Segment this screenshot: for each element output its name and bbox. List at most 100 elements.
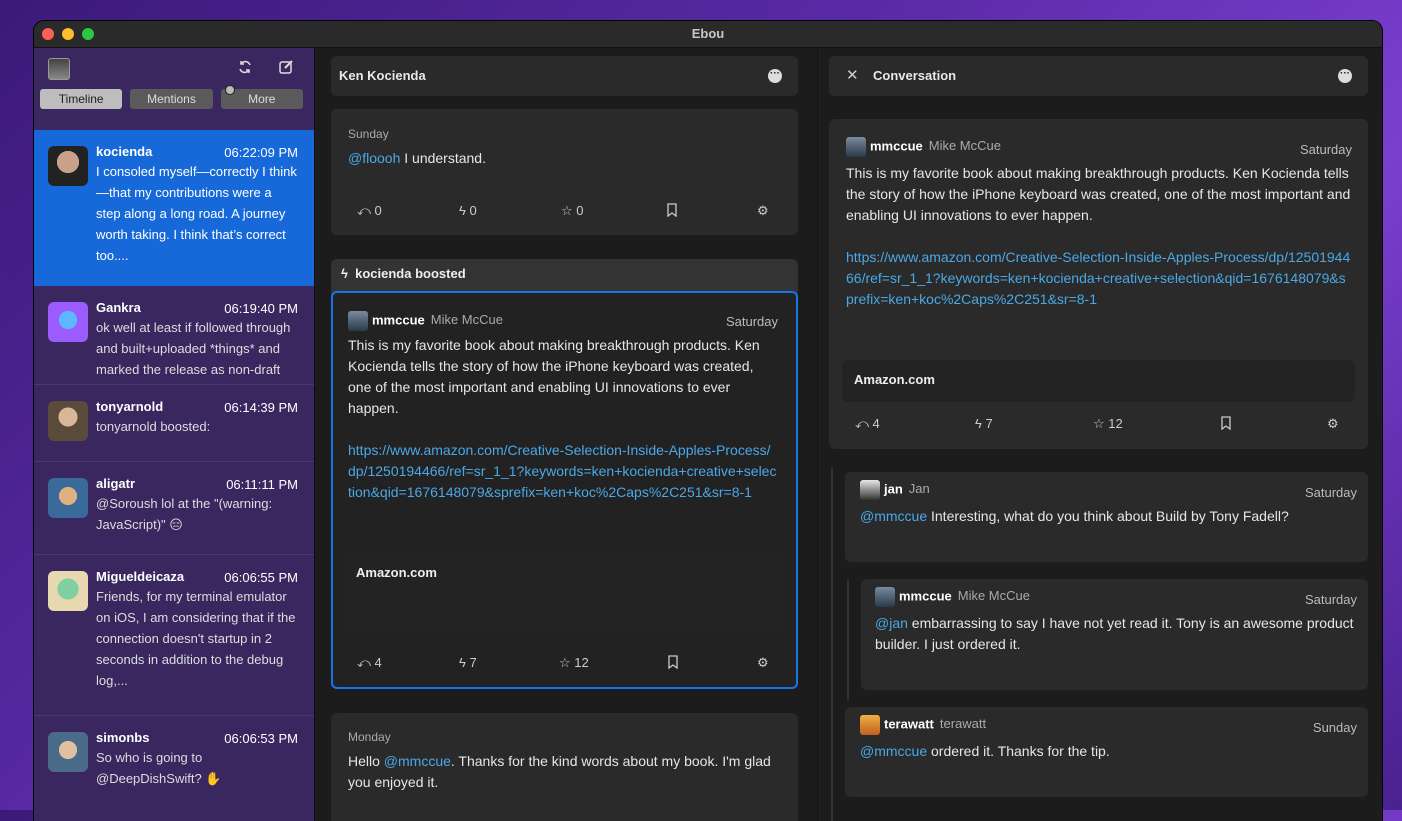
- status-link[interactable]: https://www.amazon.com/Creative-Selectio…: [348, 440, 778, 503]
- timeline-item-time: 06:06:53 PM: [224, 731, 298, 746]
- avatar: [48, 478, 88, 518]
- boost-button[interactable]: ϟ 7: [975, 416, 993, 431]
- settings-icon[interactable]: ⚙: [1327, 416, 1339, 432]
- tab-mentions[interactable]: Mentions: [130, 89, 213, 109]
- status-actions: ⤺ 0 ϟ 0 ☆ 0 ⚙: [331, 203, 798, 223]
- boost-header: ϟ kocienda boosted: [341, 266, 466, 281]
- timeline-item-text: Friends, for my terminal emulator on iOS…: [96, 589, 296, 688]
- mention-link[interactable]: @mmccue: [860, 508, 927, 524]
- bookmark-icon[interactable]: [1220, 416, 1232, 433]
- mention-link[interactable]: @mmccue: [384, 753, 451, 769]
- mention-link[interactable]: @floooh: [348, 150, 400, 166]
- status-text-prefix: Hello: [348, 753, 384, 769]
- avatar: [348, 311, 368, 331]
- status-date: Monday: [348, 730, 391, 744]
- favorite-button[interactable]: ☆ 0: [561, 203, 584, 219]
- avatar: [48, 401, 88, 441]
- status-card[interactable]: mmccue Mike McCue Saturday This is my fav…: [331, 291, 798, 689]
- close-icon[interactable]: ✕: [846, 66, 859, 84]
- status-display-name: Mike McCue: [957, 588, 1030, 604]
- boost-count: 7: [469, 655, 477, 670]
- column-title: Conversation: [873, 68, 957, 83]
- avatar: [48, 732, 88, 772]
- timeline-item[interactable]: simonbs 06:06:53 PM So who is going to @…: [34, 716, 314, 812]
- avatar: [875, 587, 895, 607]
- timeline-item[interactable]: Gankra 06:19:40 PM ok well at least if f…: [34, 286, 314, 385]
- status-text-body: embarrassing to say I have not yet read …: [875, 615, 1354, 652]
- mention-link[interactable]: @mmccue: [860, 743, 927, 759]
- link-preview-title: Amazon.com: [854, 372, 935, 387]
- favorite-count: 12: [574, 655, 589, 670]
- status-text: @mmccue Interesting, what do you think a…: [860, 506, 1360, 527]
- timeline-item[interactable]: kocienda 06:22:09 PM I consoled myself—c…: [34, 130, 314, 286]
- boosted-status: ϟ kocienda boosted mmccue Mike McCue Satu…: [331, 259, 798, 689]
- status-author[interactable]: terawatt terawatt: [860, 715, 986, 735]
- timeline-item-text: I consoled myself—correctly I think—that…: [96, 164, 297, 263]
- link-preview-card[interactable]: Amazon.com: [344, 553, 785, 635]
- timeline-item[interactable]: tonyarnold 06:14:39 PM tonyarnold booste…: [34, 385, 314, 462]
- app-window: Ebou Timeline Mentions More kocienda 06:…: [34, 21, 1382, 821]
- status-text: Hello @mmccue. Thanks for the kind words…: [348, 751, 783, 793]
- favorite-count: 0: [576, 203, 584, 218]
- timeline-item-time: 06:14:39 PM: [224, 400, 298, 415]
- avatar: [846, 137, 866, 157]
- reply-status[interactable]: mmccue Mike McCue Saturday @jan embarrass…: [861, 579, 1368, 690]
- conversation-main-status[interactable]: mmccue Mike McCue Saturday This is my fav…: [829, 119, 1368, 449]
- status-text: This is my favorite book about making br…: [846, 165, 1351, 223]
- status-card[interactable]: Monday Hello @mmccue. Thanks for the kin…: [331, 713, 798, 821]
- status-text: @jan embarrassing to say I have not yet …: [875, 613, 1365, 655]
- bookmark-icon[interactable]: [667, 655, 679, 672]
- status-author[interactable]: mmccue Mike McCue: [846, 137, 1001, 157]
- reply-button[interactable]: ⤺ 0: [357, 203, 382, 219]
- timeline-tabs: Timeline Mentions More: [40, 85, 303, 109]
- compose-icon[interactable]: [277, 59, 295, 77]
- reply-count: 4: [872, 416, 880, 431]
- bookmark-icon[interactable]: [666, 203, 678, 220]
- timeline-item[interactable]: aligatr 06:11:11 PM @Soroush lol at the …: [34, 462, 314, 555]
- status-author[interactable]: mmccue Mike McCue: [875, 587, 1030, 607]
- column-header: Ken Kocienda ···: [331, 56, 798, 96]
- avatar: [860, 715, 880, 735]
- link-preview-card[interactable]: Amazon.com: [842, 360, 1355, 402]
- status-actions: ⤺ 4 ϟ 7 ☆ 12 ⚙: [829, 416, 1368, 436]
- status-link[interactable]: https://www.amazon.com/Creative-Selectio…: [846, 247, 1351, 310]
- status-text-body: Interesting, what do you think about Bui…: [927, 508, 1289, 524]
- settings-icon[interactable]: ⚙: [757, 655, 769, 671]
- status-text-body: I understand.: [400, 150, 486, 166]
- reply-button[interactable]: ⤺ 4: [357, 655, 382, 671]
- status-author[interactable]: jan Jan: [860, 480, 930, 500]
- timeline-item-text: @Soroush lol at the "(warning: JavaScrip…: [96, 496, 273, 532]
- reply-count: 0: [374, 203, 382, 218]
- timeline-item[interactable]: Migueldeicaza 06:06:55 PM Friends, for m…: [34, 555, 314, 716]
- timeline-item-text: So who is going to @DeepDishSwift? ✋: [96, 750, 222, 786]
- mention-link[interactable]: @jan: [875, 615, 908, 631]
- account-avatar[interactable]: [48, 58, 70, 80]
- tab-timeline[interactable]: Timeline: [40, 89, 123, 109]
- more-icon[interactable]: ···: [768, 69, 782, 83]
- settings-icon[interactable]: ⚙: [757, 203, 769, 219]
- boost-button[interactable]: ϟ 0: [459, 203, 477, 218]
- reply-status[interactable]: terawatt terawatt Sunday @mmccue ordered …: [845, 707, 1368, 797]
- boost-button[interactable]: ϟ 7: [459, 655, 477, 670]
- avatar: [48, 302, 88, 342]
- timeline-item-text: ok well at least if followed through and…: [96, 320, 291, 377]
- avatar: [860, 480, 880, 500]
- status-date: Saturday: [725, 314, 778, 329]
- refresh-icon[interactable]: [236, 59, 254, 77]
- status-text-body: ordered it. Thanks for the tip.: [927, 743, 1110, 759]
- reply-status[interactable]: jan Jan Saturday @mmccue Interesting, wha…: [845, 472, 1368, 562]
- status-text: This is my favorite book about making br…: [348, 337, 760, 416]
- favorite-button[interactable]: ☆ 12: [559, 655, 589, 671]
- favorite-button[interactable]: ☆ 12: [1093, 416, 1123, 432]
- status-author[interactable]: mmccue Mike McCue: [348, 311, 503, 331]
- status-date: Sunday: [348, 127, 389, 141]
- status-text: @floooh I understand.: [348, 148, 778, 169]
- timeline-item-time: 06:06:55 PM: [224, 570, 298, 585]
- status-display-name: Jan: [908, 481, 930, 497]
- status-card[interactable]: Sunday @floooh I understand. ⤺ 0 ϟ 0 ☆ 0…: [331, 109, 798, 235]
- status-date: Sunday: [1312, 720, 1357, 735]
- reply-button[interactable]: ⤺ 4: [855, 416, 880, 432]
- sidebar-header: Timeline Mentions More: [34, 48, 314, 130]
- thread-line: [847, 580, 849, 700]
- more-icon[interactable]: ···: [1338, 69, 1352, 83]
